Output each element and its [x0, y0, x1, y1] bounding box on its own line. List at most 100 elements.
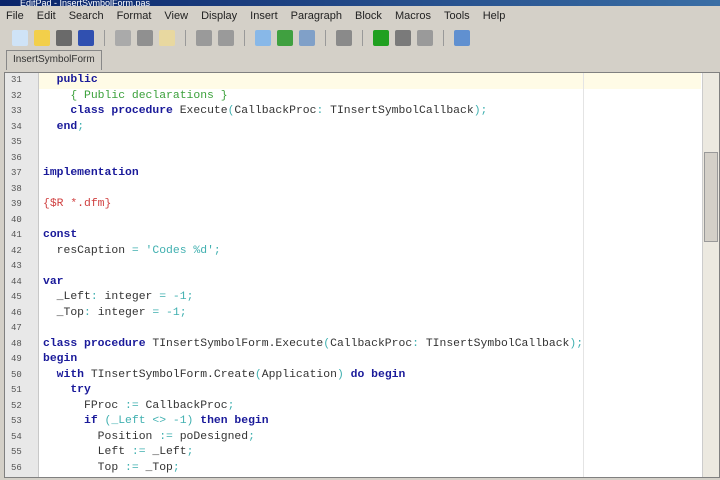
- menu-edit[interactable]: Edit: [37, 10, 56, 22]
- code-line[interactable]: if (_Left <> -1) then begin: [39, 414, 701, 430]
- code-token: ;: [227, 399, 235, 412]
- menu-block[interactable]: Block: [355, 10, 382, 22]
- line-number: 32: [11, 90, 22, 101]
- code-line[interactable]: implementation: [39, 166, 701, 182]
- code-token: _Top: [43, 306, 85, 319]
- menu-help[interactable]: Help: [483, 10, 506, 22]
- code-line[interactable]: _Top: integer = -1;: [39, 306, 701, 322]
- code-area[interactable]: public { Public declarations } class pro…: [39, 73, 701, 477]
- toolbar-separator: [185, 30, 186, 46]
- line-number: 56: [11, 462, 22, 473]
- pilcrow-icon[interactable]: [336, 30, 352, 46]
- code-token: );: [569, 337, 584, 350]
- record-macro-icon[interactable]: [373, 30, 389, 46]
- copy-icon[interactable]: [137, 30, 153, 46]
- line-number: 39: [11, 199, 22, 209]
- vertical-scrollbar[interactable]: [702, 73, 719, 477]
- code-token: = -1;: [152, 306, 187, 319]
- right-margin-guide: [583, 73, 584, 477]
- paste-icon[interactable]: [159, 30, 175, 46]
- code-token: end: [56, 120, 78, 133]
- code-line[interactable]: begin: [39, 352, 701, 368]
- line-number: 38: [11, 183, 22, 194]
- code-line[interactable]: Top := _Top;: [39, 461, 701, 477]
- code-line[interactable]: class procedure TInsertSymbolForm.Execut…: [39, 337, 701, 353]
- code-token: class procedure: [43, 337, 146, 350]
- code-line[interactable]: with TInsertSymbolForm.Create(Applicatio…: [39, 368, 701, 384]
- menu-display[interactable]: Display: [201, 10, 237, 22]
- code-line[interactable]: [39, 321, 701, 337]
- code-token: try: [70, 384, 91, 396]
- code-line[interactable]: class procedure Execute(CallbackProc: TI…: [39, 104, 701, 120]
- menu-view[interactable]: View: [164, 10, 188, 22]
- code-editor[interactable]: 31 32 33 34 35 36 37 38 39 40 41 42 43 44 45 46 47 48 49 50…: [4, 72, 720, 478]
- stop-macro-icon[interactable]: [395, 30, 411, 46]
- code-token: {$R *.dfm}: [43, 198, 112, 210]
- code-line[interactable]: public: [39, 73, 701, 89]
- menu-paragraph[interactable]: Paragraph: [291, 10, 342, 22]
- code-line[interactable]: _Left: integer = -1;: [39, 290, 701, 306]
- save-icon[interactable]: [56, 30, 72, 46]
- code-token: (_Left <> -1): [97, 415, 194, 427]
- code-token: );: [473, 105, 488, 117]
- menu-format[interactable]: Format: [117, 10, 152, 22]
- code-token: public: [56, 74, 98, 86]
- code-line[interactable]: const: [39, 228, 701, 244]
- new-file-icon[interactable]: [12, 30, 28, 46]
- code-token: FProc: [43, 399, 126, 412]
- code-line[interactable]: [39, 135, 701, 151]
- code-line[interactable]: [39, 259, 701, 275]
- line-number: 52: [11, 400, 22, 411]
- code-line[interactable]: {$R *.dfm}: [39, 197, 701, 213]
- code-token: _Left: [145, 446, 187, 458]
- code-line[interactable]: resCaption = 'Codes %d';: [39, 244, 701, 260]
- find-in-files-icon[interactable]: [299, 30, 315, 46]
- cut-icon[interactable]: [115, 30, 131, 46]
- menu-insert[interactable]: Insert: [250, 10, 278, 22]
- code-line[interactable]: var: [39, 275, 701, 291]
- menu-file[interactable]: File: [6, 10, 24, 22]
- code-line[interactable]: try: [39, 383, 701, 399]
- code-token: :=: [125, 461, 139, 474]
- code-line[interactable]: end;: [39, 120, 701, 136]
- redo-icon[interactable]: [218, 30, 234, 46]
- code-token: with: [56, 368, 85, 381]
- replace-icon[interactable]: [277, 30, 293, 46]
- code-token: _Left: [43, 291, 91, 303]
- code-line[interactable]: [39, 182, 701, 198]
- code-line[interactable]: [39, 151, 701, 167]
- line-number: 34: [11, 121, 22, 132]
- menu-macros[interactable]: Macros: [395, 10, 431, 22]
- code-token: do begin: [350, 368, 406, 381]
- line-number: 50: [11, 369, 22, 380]
- code-token: TInsertSymbolCallback: [419, 337, 570, 350]
- undo-icon[interactable]: [196, 30, 212, 46]
- line-number: 33: [11, 106, 22, 116]
- tab-insertsymbolform[interactable]: InsertSymbolForm: [6, 50, 102, 70]
- menu-tools[interactable]: Tools: [444, 10, 470, 22]
- open-folder-icon[interactable]: [34, 30, 50, 46]
- options-icon[interactable]: [454, 30, 470, 46]
- line-number: 55: [11, 447, 22, 457]
- code-token: ): [336, 368, 344, 381]
- line-number: 41: [11, 230, 22, 240]
- toolbar-separator: [362, 30, 363, 46]
- code-token: TInsertSymbolForm.Create: [84, 368, 255, 381]
- save-all-icon[interactable]: [78, 30, 94, 46]
- code-line[interactable]: Left := _Left;: [39, 445, 701, 461]
- play-macro-icon[interactable]: [417, 30, 433, 46]
- scrollbar-thumb[interactable]: [704, 151, 718, 242]
- code-line[interactable]: { Public declarations }: [39, 89, 701, 105]
- line-number: 53: [11, 416, 22, 426]
- line-number: 51: [11, 385, 22, 395]
- menu-search[interactable]: Search: [69, 10, 104, 22]
- code-line[interactable]: FProc := CallbackProc;: [39, 399, 701, 415]
- code-token: CallbackProc: [234, 105, 317, 117]
- code-line[interactable]: [39, 213, 701, 229]
- line-number: 31: [11, 75, 22, 85]
- search-icon[interactable]: [255, 30, 271, 46]
- code-line[interactable]: Position := poDesigned;: [39, 430, 701, 446]
- line-number: 48: [11, 338, 22, 349]
- code-token: TInsertSymbolForm.Execute: [145, 337, 324, 350]
